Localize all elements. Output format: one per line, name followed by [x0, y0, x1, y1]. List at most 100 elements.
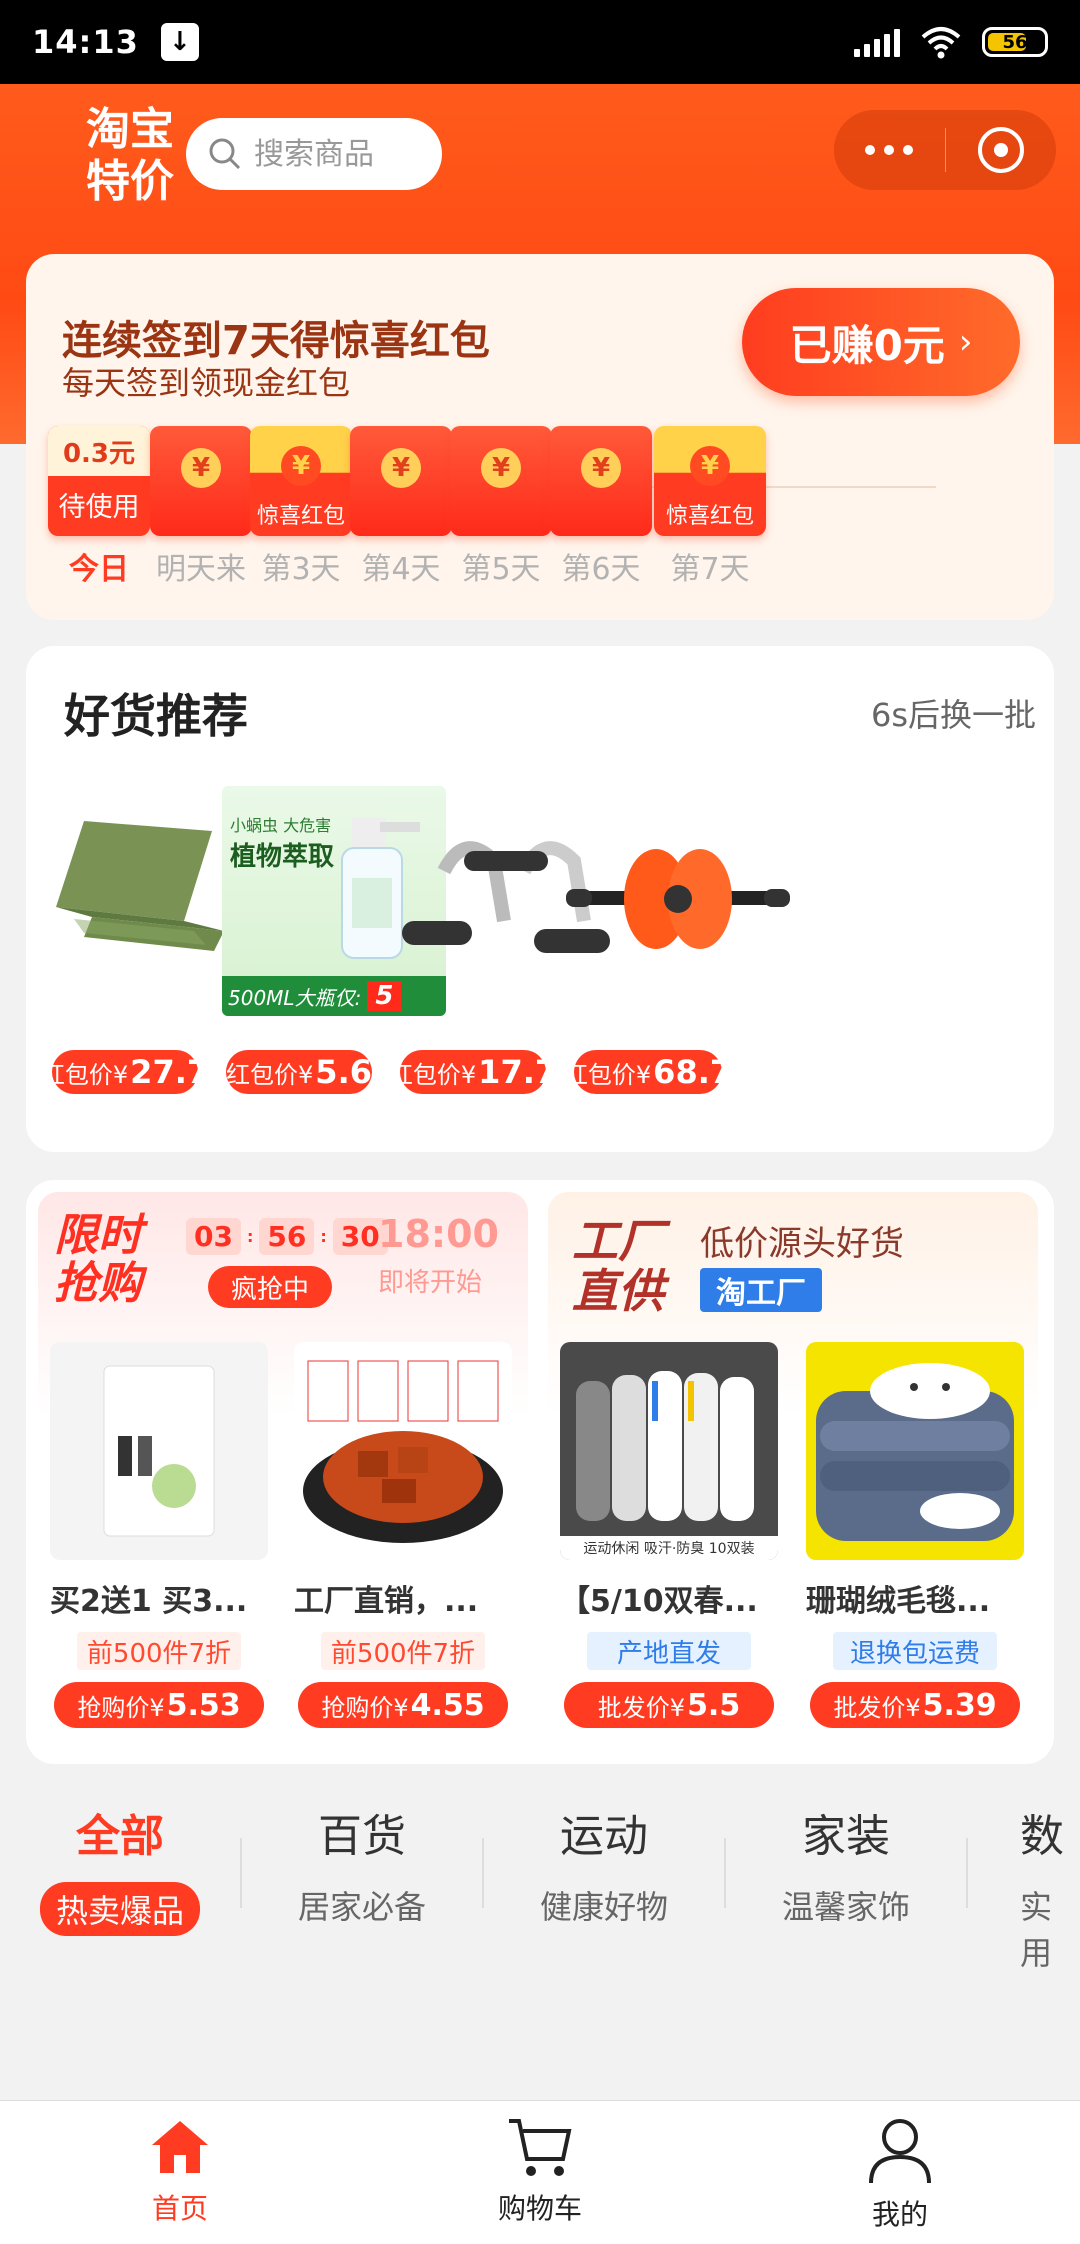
factory-title: 工厂直供 [572, 1214, 664, 1318]
flash-item[interactable]: 买2送1 买3... 前500件7折 抢购价¥ 5.53 [50, 1342, 268, 1728]
item-name: 珊瑚绒毛毯... [806, 1584, 991, 1619]
yuan-coin-icon: ¥ [581, 448, 621, 488]
price-value: 5.39 [922, 1687, 997, 1723]
category-title: 数 [1020, 1811, 1064, 1862]
signin-day-7[interactable]: ¥ 惊喜红包 第7天 [650, 426, 770, 588]
category-title: 百货 [318, 1811, 406, 1862]
home-icon [152, 2121, 208, 2173]
price-value: 27.7 [130, 1053, 210, 1091]
price-prefix: 红包价¥ [40, 1060, 129, 1089]
price-prefix: 批发价¥ [833, 1693, 921, 1722]
category-divider [724, 1838, 726, 1908]
red-envelope-icon: ¥ [350, 426, 452, 536]
earned-button[interactable]: 已赚0元 › [742, 288, 1020, 396]
category-divider [966, 1838, 968, 1908]
battery-level: 56 [1002, 31, 1028, 53]
download-icon: ↓ [160, 23, 199, 61]
countdown-hours: 03 [186, 1218, 241, 1255]
price-tag: 抢购价¥ 5.53 [54, 1682, 264, 1728]
price-value: 4.55 [410, 1687, 485, 1723]
yuan-coin-icon: ¥ [481, 448, 521, 488]
deals-section: 限时抢购 03: 56: 30 疯抢中 18:00 即将开始 买2送1 买3..… [26, 1180, 1054, 1764]
price-value: 5.5 [687, 1687, 741, 1723]
rush-status-badge: 疯抢中 [208, 1266, 332, 1308]
user-icon [869, 2119, 931, 2184]
status-bar: 14:13 ↓ 56 [0, 0, 1080, 84]
signin-day-4[interactable]: ¥ 第4天 [346, 426, 456, 588]
category-subtitle: 热卖爆品 [39, 1882, 200, 1936]
search-bar[interactable] [186, 118, 442, 190]
price-value: 5.6 [315, 1053, 372, 1091]
item-note: 前500件7折 [321, 1632, 485, 1670]
next-session-status: 即将开始 [378, 1268, 483, 1298]
socks-image: 运动休闲 吸汗·防臭 10双装 [560, 1342, 778, 1560]
red-envelope-icon: 0.3元 待使用 [48, 426, 150, 536]
next-session-time: 18:00 [378, 1212, 499, 1256]
price-prefix: 红包价¥ [226, 1060, 314, 1089]
yuan-coin-icon: ¥ [690, 446, 730, 486]
price-prefix: 批发价¥ [597, 1693, 686, 1722]
herbal-tea-image [50, 1342, 268, 1560]
price-value: 5.53 [166, 1687, 241, 1723]
signin-day-6[interactable]: ¥ 第6天 [546, 426, 656, 588]
category-divider [240, 1838, 242, 1908]
app-logo: 淘宝特价 [86, 104, 174, 207]
tab-label: 首页 [151, 2192, 208, 2225]
price-tag: 红包价¥ 5.6 [226, 1050, 372, 1094]
price-tag: 红包价¥ 17.7 [389, 1050, 557, 1094]
signin-day-3[interactable]: ¥ 惊喜红包 第3天 [246, 426, 356, 588]
signal-icon [854, 27, 900, 57]
battery-icon: 56 [982, 27, 1048, 57]
close-miniapp-button[interactable] [946, 110, 1057, 190]
item-note: 产地直发 [587, 1632, 751, 1670]
search-icon [209, 138, 241, 170]
yuan-coin-icon: ¥ [381, 448, 421, 488]
more-icon [865, 145, 914, 155]
search-input[interactable] [254, 136, 434, 172]
day-label: 明天来 [156, 552, 246, 587]
category-subtitle: 温馨家饰 [781, 1888, 910, 1926]
surprise-envelope-icon: ¥ 惊喜红包 [654, 426, 766, 536]
category-tab-sports[interactable]: 运动 健康好物 [504, 1800, 704, 1928]
factory-item[interactable]: 珊瑚绒毛毯... 退换包运费 批发价¥ 5.39 [806, 1342, 1024, 1728]
tab-home[interactable]: 首页 [90, 2115, 270, 2227]
refresh-hint: 6s后换一批 [870, 696, 1036, 734]
factory-item[interactable]: 运动休闲 吸汗·防臭 10双装 【5/10双春... 产地直发 批发价¥ 5.5 [560, 1342, 778, 1728]
tao-factory-badge: 淘工厂 [700, 1268, 822, 1312]
miniapp-capsule [834, 110, 1056, 190]
category-tab-goods[interactable]: 百货 居家必备 [262, 1800, 462, 1928]
tab-profile[interactable]: 我的 [810, 2115, 990, 2233]
signin-day-2[interactable]: ¥ 明天来 [146, 426, 256, 588]
price-tag: 批发价¥ 5.39 [810, 1682, 1020, 1728]
category-title: 运动 [560, 1811, 648, 1862]
price-tag: 红包价¥ 27.7 [41, 1050, 209, 1094]
item-name: 买2送1 买3... [50, 1584, 248, 1619]
day-label: 第6天 [561, 552, 641, 587]
countdown-minutes: 56 [259, 1218, 315, 1255]
category-tabs: 全部 热卖爆品 百货 居家必备 运动 健康好物 家装 温馨家饰 数 实用 [0, 1780, 1080, 1972]
category-tab-digital[interactable]: 数 实用 [1020, 1800, 1080, 1974]
factory-direct-panel[interactable]: 工厂直供 低价源头好货 淘工厂 运动休闲 吸汗·防臭 10双装 【5/10双春.… [548, 1192, 1038, 1752]
price-tag: 红包价¥ 68.7 [564, 1050, 732, 1094]
countdown-timer: 03: 56: 30 [186, 1218, 388, 1255]
product-card[interactable] [566, 786, 790, 1016]
spicy-snack-image [294, 1342, 512, 1560]
category-tab-all[interactable]: 全部 热卖爆品 [20, 1800, 220, 1936]
flash-sale-panel[interactable]: 限时抢购 03: 56: 30 疯抢中 18:00 即将开始 买2送1 买3..… [38, 1192, 528, 1752]
today-status: 待使用 [58, 492, 140, 523]
price-prefix: 抢购价¥ [77, 1693, 165, 1722]
flash-item[interactable]: 工厂直销，... 前500件7折 抢购价¥ 4.55 [294, 1342, 512, 1728]
signin-day-5[interactable]: ¥ 第5天 [446, 426, 556, 588]
tab-cart[interactable]: 购物车 [450, 2115, 630, 2227]
price-tag: 抢购价¥ 4.55 [298, 1682, 508, 1728]
signin-subtitle: 每天签到领现金红包 [62, 364, 351, 402]
more-button[interactable] [834, 110, 945, 190]
envelope-caption: 惊喜红包 [256, 504, 345, 529]
signin-day-today[interactable]: 0.3元 待使用 今日 [44, 426, 154, 588]
cart-icon [509, 2119, 572, 2176]
category-subtitle: 实用 [1020, 1888, 1053, 1972]
poster-headline: 植物萃取 [230, 842, 335, 872]
category-tab-home[interactable]: 家装 温馨家饰 [746, 1800, 946, 1928]
signin-days: 0.3元 待使用 今日 ¥ 明天来 ¥ 惊喜红包 第3天 ¥ 第4天 ¥ 第5天 … [36, 426, 1044, 606]
price-prefix: 红包价¥ [388, 1060, 477, 1089]
